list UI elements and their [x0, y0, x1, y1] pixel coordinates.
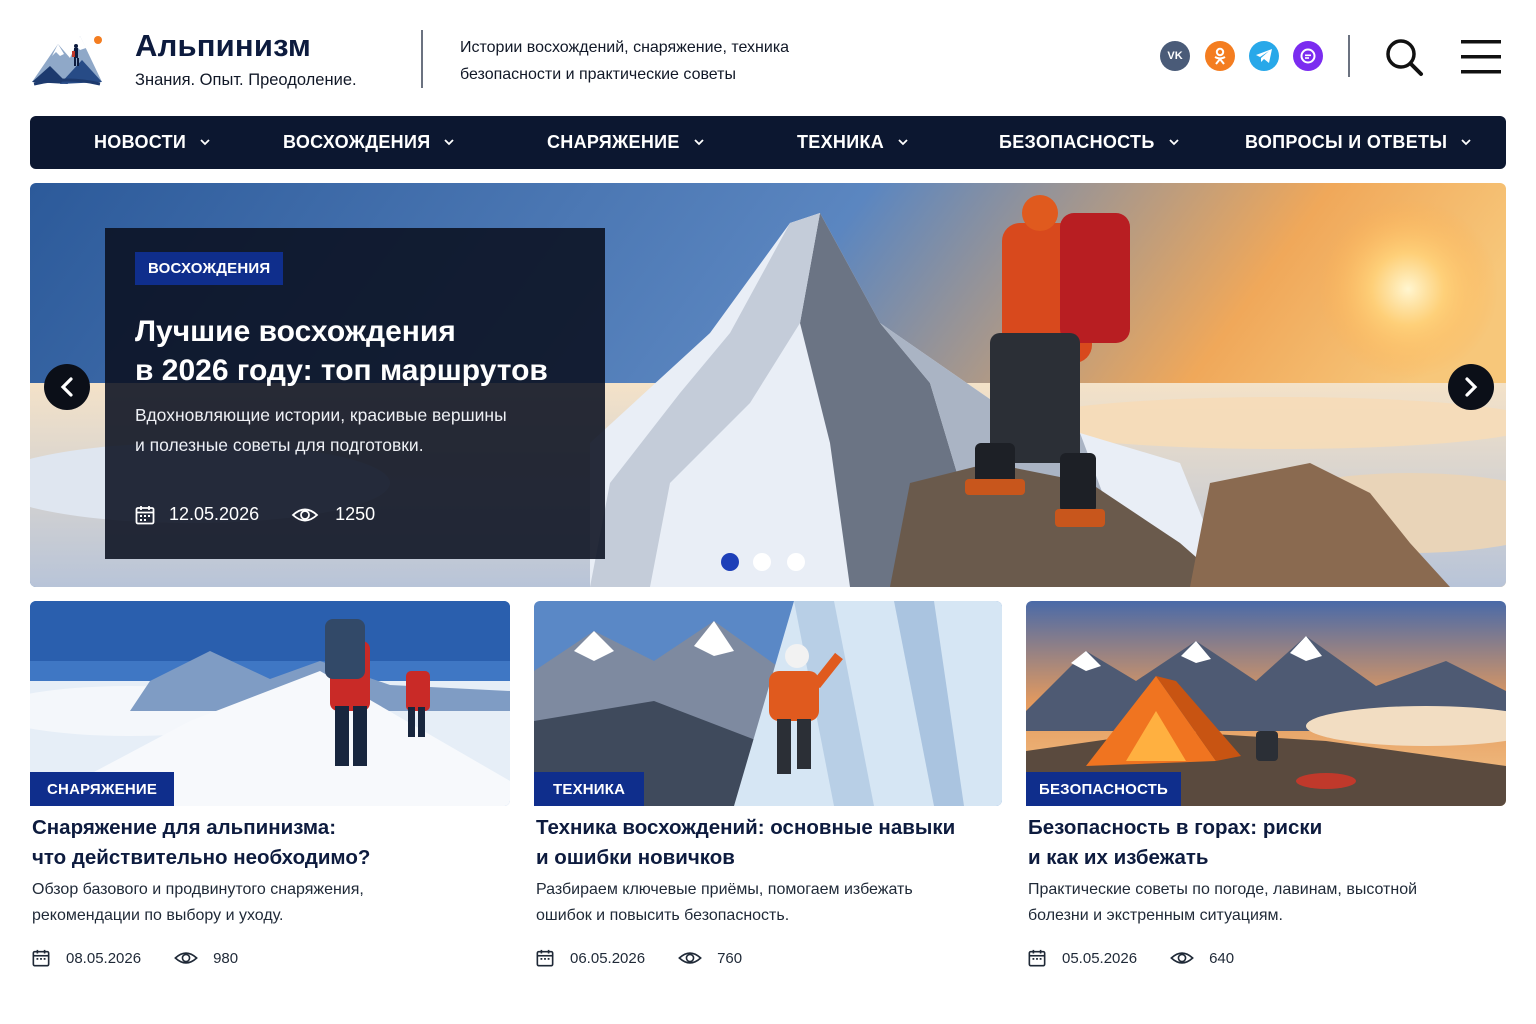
eye-icon [1170, 952, 1194, 964]
hero-date: 12.05.2026 [169, 504, 260, 524]
hero-description-line: и полезные советы для подготовки. [135, 435, 424, 455]
card-excerpt-line: ошибок и повысить безопасность. [536, 907, 790, 924]
card-views: 760 [717, 949, 743, 967]
vk-icon[interactable]: VK [1160, 41, 1190, 71]
hero-views: 1250 [335, 504, 376, 524]
slider-dot-2[interactable] [753, 553, 771, 571]
eye-icon [678, 952, 702, 964]
card-excerpt-line: рекомендации по выбору и уходу. [32, 907, 284, 924]
article-card-technique[interactable]: ТЕХНИКА Техника восхождений: основные на… [534, 601, 1002, 1001]
nav-item-label: СНАРЯЖЕНИЕ [547, 132, 680, 152]
card-title[interactable]: Безопасность в горах: риски и как их изб… [1028, 813, 1322, 873]
vk-label: VK [1167, 50, 1183, 62]
hero-slider[interactable]: ВОСХОЖДЕНИЯ Лучшие восхождения в 2026 го… [30, 183, 1506, 587]
card-views: 640 [1209, 949, 1235, 967]
slider-dot-3[interactable] [787, 553, 805, 571]
card-excerpt: Разбираем ключевые приёмы, помогаем избе… [536, 877, 913, 929]
hero-title-line: Лучшие восхождения [135, 315, 456, 348]
hero-caption-panel: ВОСХОЖДЕНИЯ Лучшие восхождения в 2026 го… [105, 228, 605, 559]
chevron-down-icon [1461, 139, 1471, 146]
article-card-safety[interactable]: БЕЗОПАСНОСТЬ Безопасность в горах: риски… [1026, 601, 1506, 1001]
hero-category-badge[interactable]: ВОСХОЖДЕНИЯ [135, 252, 284, 285]
calendar-icon [135, 505, 155, 524]
odnoklassniki-icon[interactable] [1205, 41, 1235, 71]
telegram-icon[interactable] [1249, 41, 1279, 71]
nav-item-news[interactable]: НОВОСТИ [94, 116, 210, 169]
card-date: 08.05.2026 [66, 949, 142, 967]
card-title[interactable]: Техника восхождений: основные навыки и о… [536, 813, 955, 873]
calendar-icon [32, 949, 50, 967]
card-views: 980 [213, 949, 239, 967]
card-meta: 06.05.2026 760 [536, 949, 742, 967]
chevron-right-icon [1465, 377, 1478, 397]
header-description: Истории восхождений, снаряжение, техника… [460, 34, 860, 88]
hero-description-line: Вдохновляющие истории, красивые вершины [135, 405, 507, 425]
calendar-icon [1028, 949, 1046, 967]
chevron-down-icon [200, 139, 210, 146]
nav-item-faq[interactable]: ВОПРОСЫ И ОТВЕТЫ [1245, 116, 1471, 169]
article-card-equipment[interactable]: СНАРЯЖЕНИЕ Снаряжение для альпинизма: чт… [30, 601, 510, 1001]
max-messenger-icon[interactable] [1293, 41, 1323, 71]
nav-item-safety[interactable]: БЕЗОПАСНОСТЬ [999, 116, 1179, 169]
chevron-down-icon [694, 139, 704, 146]
card-title[interactable]: Снаряжение для альпинизма: что действите… [32, 813, 370, 873]
chevron-down-icon [898, 139, 908, 146]
nav-item-ascents[interactable]: ВОСХОЖДЕНИЯ [283, 116, 455, 169]
hamburger-menu-icon[interactable] [1461, 40, 1501, 74]
main-nav: НОВОСТИ ВОСХОЖДЕНИЯ СНАРЯЖЕНИЕ ТЕХНИКА Б… [30, 116, 1506, 169]
card-excerpt-line: Практические советы по погоде, лавинам, … [1028, 881, 1418, 898]
card-excerpt-line: Разбираем ключевые приёмы, помогаем избе… [536, 881, 913, 898]
header-description-line: безопасности и практические советы [460, 66, 736, 83]
search-icon[interactable] [1384, 37, 1424, 77]
header-description-line: Истории восхождений, снаряжение, техника [460, 39, 790, 56]
slider-dot-1[interactable] [721, 553, 739, 571]
nav-item-label: ТЕХНИКА [797, 132, 885, 152]
nav-item-label: НОВОСТИ [94, 132, 187, 152]
card-excerpt-line: болезни и экстренным ситуациям. [1028, 907, 1283, 924]
chevron-down-icon [1168, 139, 1179, 146]
slider-prev-button[interactable] [44, 364, 90, 410]
card-excerpt: Практические советы по погоде, лавинам, … [1028, 877, 1417, 929]
calendar-icon [536, 949, 554, 967]
card-category-badge[interactable]: ТЕХНИКА [534, 772, 645, 806]
hero-title[interactable]: Лучшие восхождения в 2026 году: топ марш… [135, 312, 595, 390]
card-meta: 05.05.2026 640 [1028, 949, 1234, 967]
header-divider [421, 30, 423, 88]
card-excerpt-line: Обзор базового и продвинутого снаряжения… [32, 881, 364, 898]
slider-next-button[interactable] [1448, 364, 1494, 410]
chevron-left-icon [60, 377, 73, 397]
card-title-line: Техника восхождений: основные навыки [536, 816, 956, 839]
card-meta: 08.05.2026 980 [32, 949, 238, 967]
card-category-badge[interactable]: СНАРЯЖЕНИЕ [30, 772, 175, 806]
card-date: 06.05.2026 [570, 949, 646, 967]
eye-icon [291, 508, 319, 521]
card-excerpt: Обзор базового и продвинутого снаряжения… [32, 877, 364, 929]
mountain-logo-icon[interactable] [30, 26, 104, 88]
chevron-down-icon [444, 139, 455, 146]
card-title-line: Безопасность в горах: риски [1028, 816, 1323, 839]
nav-item-equipment[interactable]: СНАРЯЖЕНИЕ [547, 116, 704, 169]
card-title-line: что действительно необходимо? [32, 846, 371, 869]
site-header: Альпинизм Знания. Опыт. Преодоление. Ист… [0, 0, 1536, 112]
card-date: 05.05.2026 [1062, 949, 1138, 967]
hero-meta: 12.05.2026 1250 [135, 504, 375, 525]
nav-item-label: ВОПРОСЫ И ОТВЕТЫ [1245, 132, 1448, 152]
card-title-line: Снаряжение для альпинизма: [32, 816, 337, 839]
header-divider [1348, 35, 1350, 77]
site-title[interactable]: Альпинизм [135, 28, 311, 64]
card-title-line: и ошибки новичков [536, 846, 735, 869]
card-title-line: и как их избежать [1028, 846, 1209, 869]
hero-description: Вдохновляющие истории, красивые вершины … [135, 400, 575, 460]
nav-item-label: ВОСХОЖДЕНИЯ [283, 132, 431, 152]
nav-item-label: БЕЗОПАСНОСТЬ [999, 132, 1155, 152]
nav-item-technique[interactable]: ТЕХНИКА [797, 116, 908, 169]
eye-icon [174, 952, 198, 964]
site-tagline: Знания. Опыт. Преодоление. [135, 71, 357, 89]
card-category-badge[interactable]: БЕЗОПАСНОСТЬ [1026, 772, 1182, 806]
hero-title-line: в 2026 году: топ маршрутов [135, 354, 548, 387]
